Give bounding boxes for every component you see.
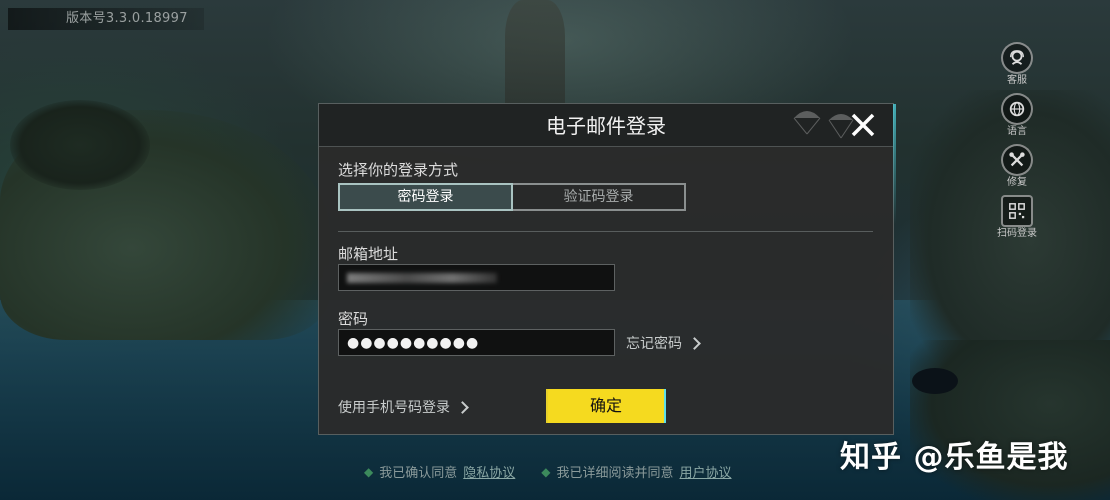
qr-code-icon bbox=[1001, 195, 1033, 227]
globe-icon bbox=[1001, 93, 1033, 125]
side-menu: 客服 语言 修复 扫码登录 bbox=[992, 42, 1042, 246]
divider bbox=[338, 231, 873, 232]
customer-service-icon bbox=[1001, 42, 1033, 74]
side-item-repair[interactable]: 修复 bbox=[992, 144, 1042, 189]
side-item-qr-login[interactable]: 扫码登录 bbox=[992, 195, 1042, 240]
forgot-password-link[interactable]: 忘记密码 bbox=[626, 333, 701, 353]
email-obscured-value bbox=[347, 272, 497, 283]
chevron-right-icon bbox=[688, 336, 701, 350]
chevron-right-icon bbox=[456, 400, 469, 414]
dialog-title: 电子邮件登录 bbox=[546, 114, 666, 138]
email-field[interactable] bbox=[338, 264, 615, 291]
close-icon bbox=[851, 113, 875, 137]
password-field[interactable]: ●●●●●●●●●● bbox=[338, 329, 615, 356]
phone-login-link[interactable]: 使用手机号码登录 bbox=[338, 397, 469, 417]
email-login-dialog: 电子邮件登录 选择你的登录方式 密码登录 验证码登录 邮箱地址 密码 ●●●●●… bbox=[318, 103, 896, 435]
side-label-language: 语言 bbox=[1007, 126, 1027, 137]
confirm-button[interactable]: 确定 bbox=[548, 389, 664, 423]
agree-text-2: 我已详细阅读并同意 bbox=[556, 466, 674, 481]
check-diamond-icon[interactable]: ◆ bbox=[541, 465, 550, 479]
forgot-password-text: 忘记密码 bbox=[626, 336, 682, 352]
dialog-header: 电子邮件登录 bbox=[319, 104, 893, 147]
tree-right bbox=[910, 340, 1110, 500]
tree-left bbox=[10, 100, 150, 190]
agreements-bar: ◆ 我已确认同意 隐私协议 ◆ 我已详细阅读并同意 用户协议 bbox=[364, 462, 732, 482]
side-item-customer-service[interactable]: 客服 bbox=[992, 42, 1042, 87]
check-diamond-icon[interactable]: ◆ bbox=[364, 465, 373, 479]
privacy-policy-link[interactable]: 隐私协议 bbox=[463, 462, 515, 481]
password-label: 密码 bbox=[338, 310, 369, 328]
repair-tools-icon bbox=[1001, 144, 1033, 176]
side-item-language[interactable]: 语言 bbox=[992, 93, 1042, 138]
close-button[interactable] bbox=[847, 109, 879, 141]
tab-password-login[interactable]: 密码登录 bbox=[338, 183, 513, 211]
edge-glitch bbox=[893, 104, 896, 224]
side-label-qr-login: 扫码登录 bbox=[997, 228, 1037, 239]
email-label: 邮箱地址 bbox=[338, 245, 399, 263]
phone-login-text: 使用手机号码登录 bbox=[338, 400, 450, 416]
user-agreement-link[interactable]: 用户协议 bbox=[680, 462, 732, 481]
statue bbox=[505, 0, 565, 120]
side-label-repair: 修复 bbox=[1007, 177, 1027, 188]
choose-method-label: 选择你的登录方式 bbox=[338, 161, 459, 179]
version-label: 版本号3.3.0.18997 bbox=[8, 8, 204, 30]
agree-text-1: 我已确认同意 bbox=[379, 466, 458, 481]
watermark: 知乎 @乐鱼是我 bbox=[840, 440, 1069, 475]
side-label-customer-service: 客服 bbox=[1007, 75, 1027, 86]
tab-code-login[interactable]: 验证码登录 bbox=[513, 183, 686, 211]
fish-silhouette bbox=[912, 368, 958, 394]
login-method-tabs: 密码登录 验证码登录 bbox=[338, 183, 686, 211]
